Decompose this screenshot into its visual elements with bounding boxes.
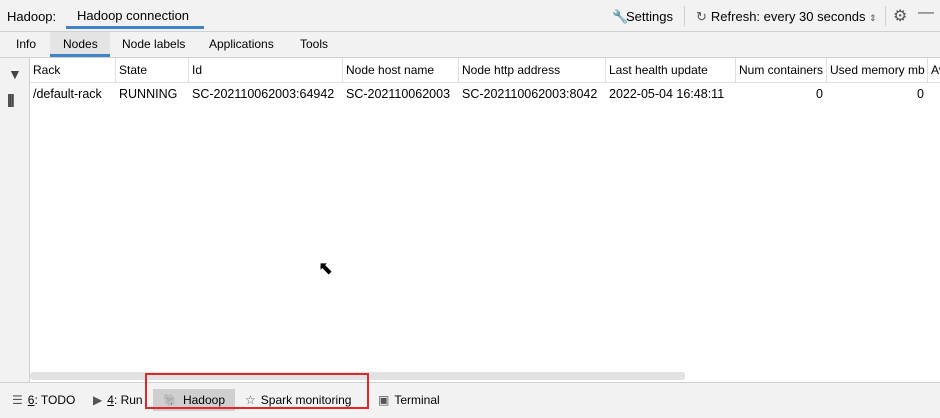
table-row[interactable]: /default-rack RUNNING SC-202110062003:64… <box>30 83 940 105</box>
wrench-icon: 🔧 <box>612 9 629 24</box>
cell-node-host-name: SC-202110062003 <box>346 87 451 101</box>
tool-window-title: Hadoop: <box>7 9 57 24</box>
column-header-available[interactable]: Av <box>928 58 940 83</box>
column-header-num-containers[interactable]: Num containers <box>736 58 827 83</box>
tab-hadoop-connection-label: Hadoop connection <box>77 8 190 23</box>
gear-icon[interactable]: ⚙ <box>893 6 907 26</box>
column-header-last-health-update[interactable]: Last health update <box>606 58 736 83</box>
refresh-interval-select[interactable]: ↻ Refresh: every 30 seconds ⇕ <box>696 9 877 25</box>
list-icon: ☰ <box>12 393 23 407</box>
column-header-node-http-address[interactable]: Node http address <box>459 58 606 83</box>
toolbar-divider <box>885 6 886 26</box>
play-icon: ▶ <box>93 393 103 407</box>
column-header-state[interactable]: State <box>116 58 189 83</box>
settings-button[interactable]: 🔧Settings <box>612 9 673 25</box>
column-header-id[interactable]: Id <box>189 58 343 83</box>
run-tool-button[interactable]: ▶ 4: Run <box>93 389 143 411</box>
spinner-arrows-icon: ⇕ <box>869 13 877 23</box>
tab-hadoop-connection[interactable]: Hadoop connection <box>66 0 204 31</box>
cell-node-http-address: SC-202110062003:8042 <box>462 87 598 101</box>
column-header-rack[interactable]: Rack <box>30 58 116 83</box>
column-header-used-memory-mb[interactable]: Used memory mb <box>827 58 928 83</box>
toolbar-divider <box>684 6 685 26</box>
cell-num-containers: 0 <box>816 87 823 101</box>
minimize-icon[interactable]: — <box>918 4 934 22</box>
terminal-tool-button[interactable]: ▣ Terminal <box>378 389 440 411</box>
top-toolbar: Hadoop: Hadoop connection 🔧Settings ↻ Ref… <box>0 0 940 32</box>
nodes-table: Rack State Id Node host name Node http a… <box>30 58 940 382</box>
refresh-label: Refresh: every 30 seconds <box>710 9 866 24</box>
terminal-label: Terminal <box>394 393 440 407</box>
tab-node-labels[interactable]: Node labels <box>122 37 185 51</box>
highlight-annotation-box <box>145 373 369 409</box>
tab-tools[interactable]: Tools <box>300 37 328 51</box>
todo-label: : TODO <box>34 393 76 407</box>
cell-rack: /default-rack <box>33 87 102 101</box>
refresh-icon: ↻ <box>696 9 707 24</box>
cell-used-memory-mb: 0 <box>917 87 924 101</box>
filter-icon[interactable]: ▼ <box>8 66 22 82</box>
cell-last-health-update: 2022-05-04 16:48:11 <box>609 87 725 101</box>
mouse-cursor-icon: ⬉ <box>318 258 334 278</box>
tab-nodes[interactable]: Nodes <box>63 37 98 51</box>
cell-id: SC-202110062003:64942 <box>192 87 335 101</box>
columns-icon[interactable]: ||| <box>7 91 15 107</box>
table-header: Rack State Id Node host name Node http a… <box>30 58 940 83</box>
terminal-icon: ▣ <box>378 393 390 407</box>
view-tabs: Info Nodes Node labels Applications Tool… <box>0 32 940 58</box>
bottom-tool-bar: ☰ 6: TODO ▶ 4: Run 🐘 Hadoop ☆ Spark monitori… <box>0 382 940 418</box>
active-tab-indicator <box>66 26 204 29</box>
column-header-node-host-name[interactable]: Node host name <box>343 58 459 83</box>
tab-applications[interactable]: Applications <box>209 37 274 51</box>
cell-state: RUNNING <box>119 87 178 101</box>
run-shortcut-number: 4 <box>107 393 114 407</box>
todo-tool-button[interactable]: ☰ 6: TODO <box>12 389 75 411</box>
left-toolbar: ▼ ||| <box>0 58 30 382</box>
settings-label: Settings <box>626 9 673 24</box>
tab-info[interactable]: Info <box>16 37 36 51</box>
run-label: : Run <box>113 393 143 407</box>
